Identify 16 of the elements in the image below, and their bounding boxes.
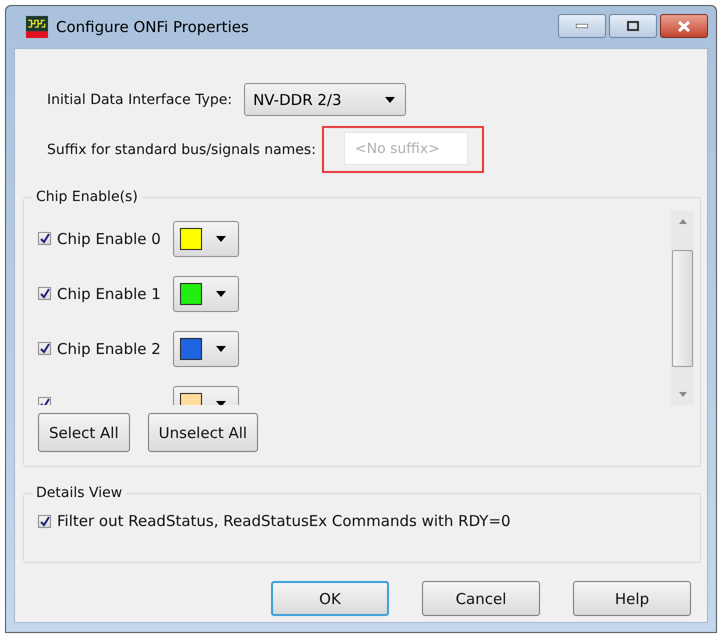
window-title: Configure ONFi Properties [56,18,249,36]
group-title: Chip Enable(s) [35,189,139,205]
chip-enable-label: Chip Enable 1 [57,284,161,302]
unselect-all-button[interactable]: Unselect All [148,413,258,452]
suffix-field[interactable]: <No suffix> [344,132,468,165]
chip-enable-label: Chip Enable 2 [57,340,161,358]
group-title: Details View [35,485,124,501]
interface-type-label: Initial Data Interface Type: [47,92,232,108]
chip-enable-label: Chip Enable 0 [57,230,161,248]
filter-label: Filter out ReadStatus, ReadStatusEx Commands with RDY=0 [57,512,511,530]
dialog-button[interactable]: Help [573,581,691,616]
select-all-button[interactable]: Select All [38,413,130,452]
suffix-label: Suffix for standard bus/signals names: [47,142,316,158]
interface-type-dropdown[interactable]: NV-DDR 2/3 [244,83,406,116]
dialog-button[interactable]: Cancel [422,581,540,616]
dialog-button[interactable]: OK [271,581,389,616]
